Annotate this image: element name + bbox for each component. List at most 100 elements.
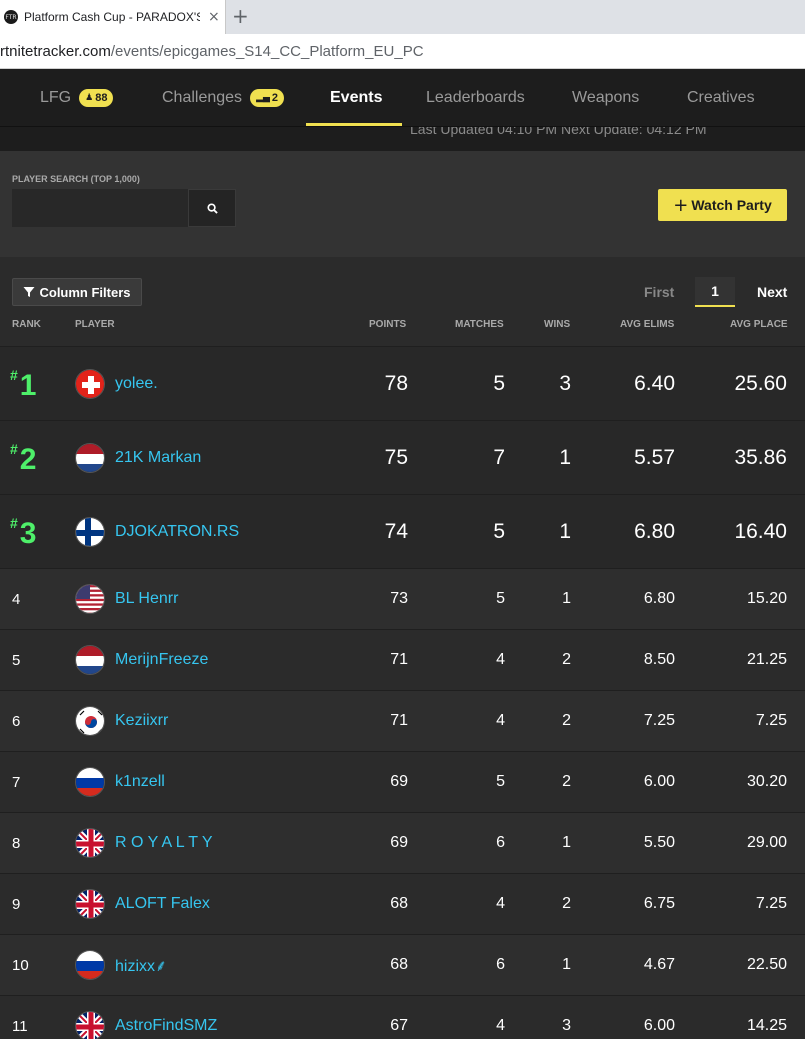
search-label: PLAYER SEARCH (TOP 1,000)	[12, 174, 140, 184]
address-bar[interactable]: rtnitetracker.com/events/epicgames_S14_C…	[0, 34, 805, 69]
nav-item-leaderboards[interactable]: Leaderboards	[426, 69, 525, 127]
player-name-link[interactable]: Keziixrr	[115, 691, 168, 751]
col-points[interactable]: POINTS	[369, 319, 406, 330]
search-button[interactable]	[188, 189, 236, 227]
wins-value: 2	[562, 773, 571, 790]
wins-value: 2	[562, 895, 571, 912]
col-avg-elims[interactable]: AVG ELIMS	[620, 319, 674, 330]
matches-value: 4	[496, 651, 505, 668]
rank-number: 8	[12, 834, 21, 852]
nav-item-challenges[interactable]: Challenges ▂▄ 2	[162, 69, 285, 127]
wins-value: 3	[562, 1017, 571, 1034]
rank-number: 4	[12, 590, 21, 608]
table-row[interactable]: 11 AstroFindSMZ 67 4 3 6.00 14.25	[0, 995, 805, 1039]
table-row[interactable]: 10 hizixx⸙ 68 6 1 4.67 22.50	[0, 934, 805, 995]
url-host: rtnitetracker.com	[0, 42, 111, 60]
matches-value: 4	[496, 1017, 505, 1034]
avg-elims-value: 7.25	[643, 712, 675, 729]
points-value: 68	[390, 956, 408, 973]
avg-elims-value: 6.00	[643, 773, 675, 790]
table-row[interactable]: 5 MerijnFreeze 71 4 2 8.50 21.25	[0, 629, 805, 690]
avg-elims-value: 6.80	[634, 519, 675, 543]
new-tab-button[interactable]: +	[232, 4, 249, 28]
matches-value: 4	[496, 712, 505, 729]
south-korea-flag-icon	[75, 706, 105, 736]
matches-value: 5	[496, 590, 505, 607]
url-path: /events/epicgames_S14_CC_Platform_EU_PC	[110, 42, 424, 60]
column-filters-button[interactable]: Column Filters	[12, 278, 142, 306]
table-header: RANK PLAYER POINTS MATCHES WINS AVG ELIM…	[0, 319, 805, 345]
points-value: 71	[390, 712, 408, 729]
filter-icon	[23, 287, 35, 297]
matches-value: 6	[496, 956, 505, 973]
table-row[interactable]: #1 yolee. 78 5 3 6.40 25.60	[0, 346, 805, 420]
nav-item-events[interactable]: Events	[330, 69, 382, 127]
wins-value: 1	[559, 445, 571, 469]
player-name-link[interactable]: yolee.	[115, 347, 158, 420]
table-row[interactable]: #3 DJOKATRON.RS 74 5 1 6.80 16.40	[0, 494, 805, 568]
lfg-badge: ♟ 88	[79, 89, 114, 107]
matches-value: 5	[493, 371, 505, 395]
player-name-link[interactable]: hizixx⸙	[115, 935, 167, 995]
avg-place-value: 7.25	[755, 895, 787, 912]
avg-place-value: 30.20	[746, 773, 787, 790]
col-avg-place[interactable]: AVG PLACE	[730, 319, 788, 330]
rank-cell: #1	[10, 347, 36, 420]
challenges-badge: ▂▄ 2	[250, 89, 285, 107]
player-name-link[interactable]: R O Y A L T Y	[115, 813, 213, 873]
nav-item-label: Weapons	[572, 89, 640, 106]
usa-flag-icon	[75, 584, 105, 614]
avg-elims-value: 4.67	[643, 956, 675, 973]
tab-title: Platform Cash Cup - PARADOX'S	[24, 10, 200, 24]
player-name-link[interactable]: BL Henrr	[115, 569, 178, 629]
rank-number: 3	[19, 516, 37, 550]
rank-hash: #	[10, 441, 18, 457]
points-value: 71	[390, 651, 408, 668]
points-value: 74	[384, 519, 408, 543]
matches-value: 5	[496, 773, 505, 790]
table-row[interactable]: 8 R O Y A L T Y 69 6 1 5.50 29.00	[0, 812, 805, 873]
page-first-button[interactable]: First	[644, 277, 674, 307]
uk-flag-icon	[75, 1011, 105, 1039]
col-rank[interactable]: RANK	[12, 319, 41, 330]
col-player[interactable]: PLAYER	[75, 319, 115, 330]
page-next-button[interactable]: Next	[757, 277, 787, 307]
avg-elims-value: 5.50	[643, 834, 675, 851]
rank-number: 1	[19, 368, 37, 402]
rank-number: 10	[12, 956, 29, 974]
nav-item-weapons[interactable]: Weapons	[572, 69, 639, 127]
player-name-link[interactable]: 21K Markan	[115, 421, 201, 494]
uk-flag-icon	[75, 828, 105, 858]
matches-value: 7	[493, 445, 505, 469]
player-name-link[interactable]: MerijnFreeze	[115, 630, 208, 690]
table-row[interactable]: 6 Keziixrr 71 4 2 7.25 7.25	[0, 690, 805, 751]
points-value: 67	[390, 1017, 408, 1034]
nav-item-lfg[interactable]: LFG ♟ 88	[40, 69, 114, 127]
col-wins[interactable]: WINS	[544, 319, 570, 330]
search-input[interactable]	[12, 189, 188, 227]
nav-item-label: Creatives	[687, 89, 755, 106]
table-row[interactable]: 4 BL Henrr 73 5 1 6.80 15.20	[0, 568, 805, 629]
avg-elims-value: 6.00	[643, 1017, 675, 1034]
avg-place-value: 21.25	[746, 651, 787, 668]
avg-place-value: 35.86	[734, 445, 787, 469]
bars-icon: ▂▄	[256, 93, 270, 103]
watch-party-button[interactable]: + Watch Party	[658, 189, 787, 221]
table-row[interactable]: #2 21K Markan 75 7 1 5.57 35.86	[0, 420, 805, 494]
player-name-link[interactable]: DJOKATRON.RS	[115, 495, 239, 568]
nav-item-creatives[interactable]: Creatives	[687, 69, 755, 127]
table-row[interactable]: 9 ALOFT Falex 68 4 2 6.75 7.25	[0, 873, 805, 934]
col-matches[interactable]: MATCHES	[455, 319, 504, 330]
close-icon[interactable]: ×	[208, 9, 220, 25]
player-name-link[interactable]: k1nzell	[115, 752, 165, 812]
browser-tab[interactable]: FTR Platform Cash Cup - PARADOX'S ×	[0, 0, 226, 34]
table-row[interactable]: 7 k1nzell 69 5 2 6.00 30.20	[0, 751, 805, 812]
wins-value: 1	[562, 834, 571, 851]
player-name-link[interactable]: AstroFindSMZ	[115, 996, 217, 1039]
page-current[interactable]: 1	[695, 277, 735, 307]
site-nav: LFG ♟ 88 Challenges ▂▄ 2 Events Leaderboar…	[0, 69, 805, 127]
player-name-link[interactable]: ALOFT Falex	[115, 874, 210, 934]
leaderboard-table: Column Filters First 1 Next RANK PLAYER …	[0, 257, 805, 1039]
avg-place-value: 16.40	[734, 519, 787, 543]
badge-count: 88	[95, 92, 108, 104]
